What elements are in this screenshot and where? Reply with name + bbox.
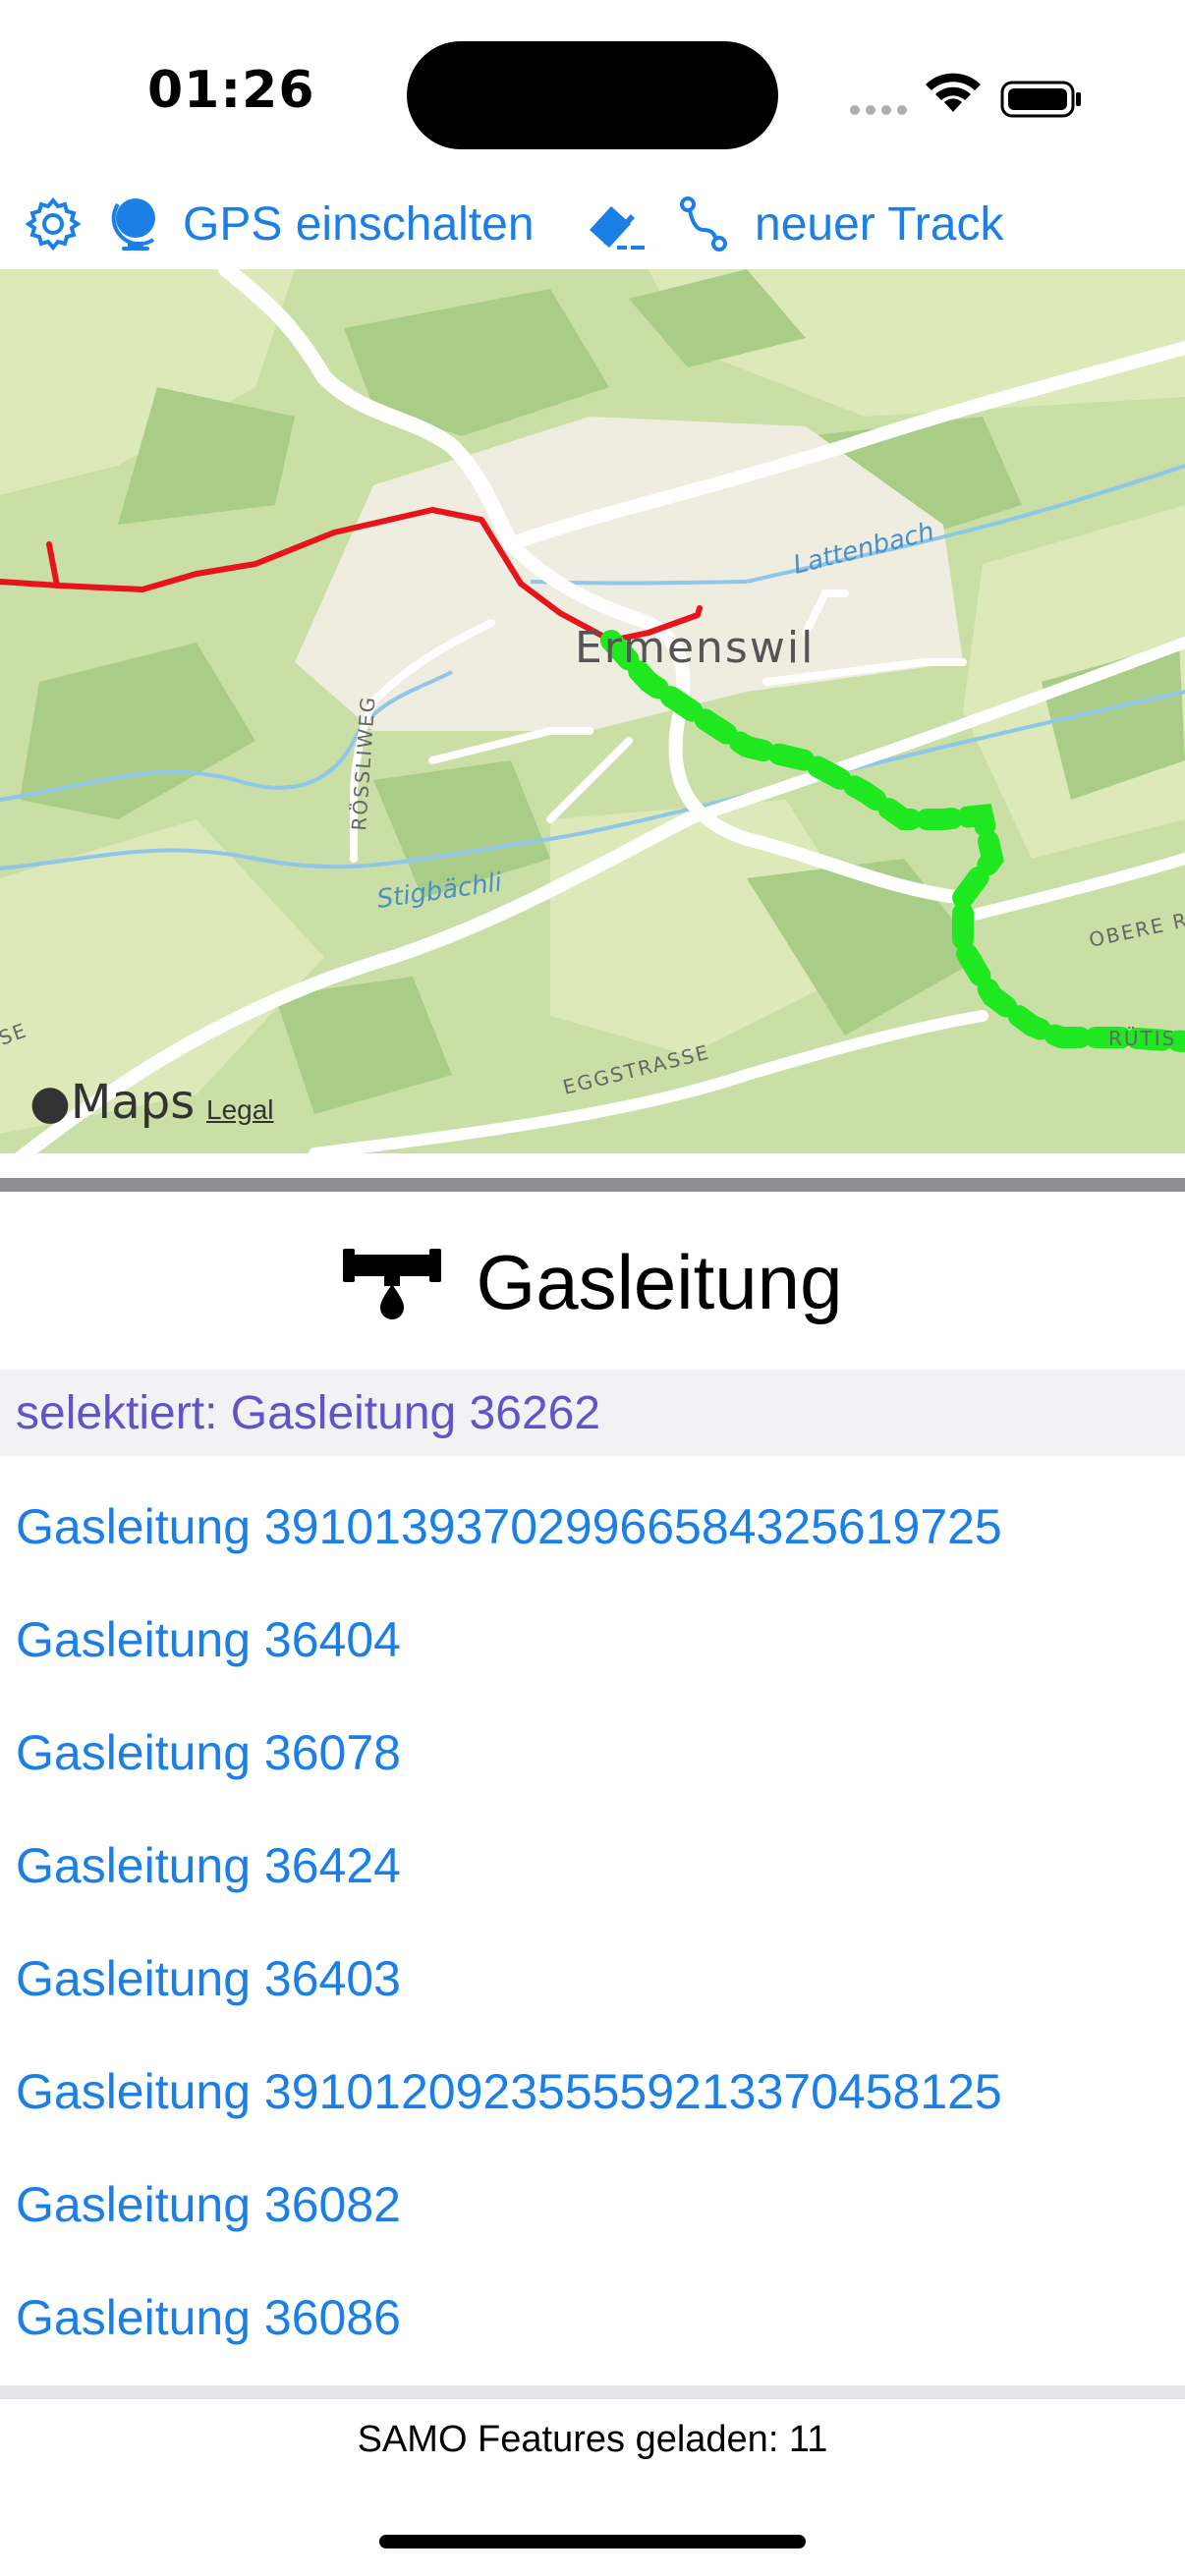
map-view[interactable]: Ermenswil Lattenbach Stigbächli RÖSSLIWE… bbox=[0, 269, 1185, 1153]
new-track-label: neuer Track bbox=[755, 197, 1004, 251]
route-icon bbox=[678, 195, 729, 253]
apple-logo-icon: ● bbox=[29, 1075, 71, 1130]
feature-list-item[interactable]: Gasleitung 391012092355559213370458125 bbox=[0, 2035, 1185, 2148]
settings-button[interactable] bbox=[24, 177, 83, 271]
pipe-valve-icon bbox=[342, 1241, 441, 1324]
cellular-signal-icon bbox=[850, 105, 907, 115]
maps-attribution: ●Maps bbox=[29, 1075, 195, 1130]
town-label: Ermenswil bbox=[575, 623, 815, 673]
feature-list-item[interactable]: Gasleitung 36086 bbox=[0, 2261, 1185, 2374]
gps-toggle-button[interactable]: GPS einschalten bbox=[106, 177, 535, 271]
selected-feature-label: selektiert: Gasleitung 36262 bbox=[16, 1386, 601, 1439]
status-bar: 01:26 bbox=[0, 0, 1185, 177]
eraser-button[interactable] bbox=[582, 177, 649, 271]
globe-gps-icon bbox=[106, 195, 161, 253]
bottom-divider bbox=[0, 2385, 1185, 2399]
footer-status-text: SAMO Features geladen: 11 bbox=[357, 2419, 828, 2460]
feature-list-item[interactable]: Gasleitung 36404 bbox=[0, 1583, 1185, 1696]
feature-list-item[interactable]: Gasleitung 36424 bbox=[0, 1809, 1185, 1922]
map-split-divider[interactable] bbox=[0, 1178, 1185, 1192]
legal-link[interactable]: Legal bbox=[206, 1094, 274, 1126]
selected-feature-row[interactable]: selektiert: Gasleitung 36262 bbox=[0, 1370, 1185, 1456]
status-time: 01:26 bbox=[147, 61, 315, 120]
toolbar: GPS einschalten neuer Track bbox=[0, 177, 1185, 271]
maps-logo-text: Maps bbox=[70, 1075, 196, 1130]
feature-list-item[interactable]: Gasleitung 36082 bbox=[0, 2148, 1185, 2261]
feature-list-item[interactable]: Gasleitung 36078 bbox=[0, 1696, 1185, 1809]
status-icons bbox=[845, 69, 1081, 118]
gear-icon bbox=[24, 195, 83, 253]
dynamic-island bbox=[407, 41, 778, 149]
feature-list-item[interactable]: Gasleitung 391013937029966584325619725 bbox=[0, 1470, 1185, 1583]
feature-list: Gasleitung 391013937029966584325619725 G… bbox=[0, 1470, 1185, 2374]
layer-title: Gasleitung bbox=[476, 1238, 843, 1325]
battery-icon bbox=[1000, 81, 1081, 118]
gps-toggle-label: GPS einschalten bbox=[183, 197, 535, 251]
wifi-icon bbox=[926, 73, 981, 112]
road-label-rutis: RÜTIS bbox=[1108, 1027, 1176, 1050]
eraser-icon bbox=[582, 195, 649, 253]
layer-header: Gasleitung bbox=[0, 1208, 1185, 1356]
feature-list-item[interactable]: Gasleitung 36403 bbox=[0, 1922, 1185, 2035]
home-indicator[interactable] bbox=[379, 2535, 806, 2548]
new-track-button[interactable]: neuer Track bbox=[678, 177, 1003, 271]
